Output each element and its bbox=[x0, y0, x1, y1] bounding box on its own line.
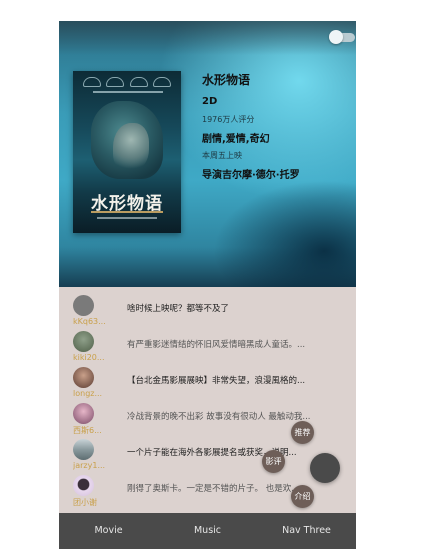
avatar[interactable] bbox=[73, 475, 94, 496]
comment-text: 【台北金馬影展展映】非常失望，浪漫風格的... bbox=[127, 376, 306, 386]
poster-tagline bbox=[93, 91, 163, 93]
movie-dimension: 2D bbox=[202, 96, 218, 107]
avatar[interactable] bbox=[73, 295, 94, 316]
comment-text: 一个片子能在海外各影展提名或获奖，说明... bbox=[127, 448, 297, 458]
comment-text: 冷战背景的晚不出彩 故事没有很动人 最触动我... bbox=[127, 412, 311, 422]
app-screen: 水形物语 水形物语 2D 1976万人评分 剧情,爱情,奇幻 本周五上映 导演吉… bbox=[59, 21, 356, 549]
comment-username[interactable]: kKq63... bbox=[73, 317, 119, 326]
poster-subtitle bbox=[91, 211, 163, 213]
poster-credits bbox=[97, 217, 157, 219]
comment-row[interactable]: longz... 【台北金馬影展展映】非常失望，浪漫風格的... bbox=[59, 363, 356, 399]
fab-recommend-button[interactable]: 推荐 bbox=[291, 421, 314, 444]
comment-username[interactable]: kiki20... bbox=[73, 353, 119, 362]
comment-text: 啥时候上映呢？都等不及了 bbox=[127, 304, 230, 314]
avatar[interactable] bbox=[73, 439, 94, 460]
fab-critic-button[interactable]: 影评 bbox=[262, 450, 285, 473]
comment-row[interactable]: kKq63... 啥时候上映呢？都等不及了 bbox=[59, 291, 356, 327]
nav-item-music[interactable]: Music bbox=[158, 513, 257, 549]
fab-menu-icon[interactable] bbox=[310, 453, 340, 483]
poster-laurels bbox=[83, 77, 171, 87]
movie-poster[interactable]: 水形物语 bbox=[73, 71, 181, 233]
movie-director: 导演吉尔摩·德尔·托罗 bbox=[202, 170, 300, 181]
movie-hero: 水形物语 水形物语 2D 1976万人评分 剧情,爱情,奇幻 本周五上映 导演吉… bbox=[59, 21, 356, 287]
comment-username[interactable]: 团小谢 bbox=[73, 497, 119, 508]
top-bar bbox=[59, 21, 356, 55]
movie-rating-count: 1976万人评分 bbox=[202, 115, 255, 124]
comment-list: kKq63... 啥时候上映呢？都等不及了 kiki20... 有严重影迷情结的… bbox=[59, 287, 356, 513]
movie-title: 水形物语 bbox=[202, 73, 251, 87]
movie-genres: 剧情,爱情,奇幻 bbox=[202, 134, 270, 145]
comment-username[interactable]: longz... bbox=[73, 389, 119, 398]
fab-intro-button[interactable]: 介绍 bbox=[291, 485, 314, 508]
bottom-navigation: Movie Music Nav Three bbox=[59, 513, 356, 549]
toggle-switch-icon[interactable] bbox=[329, 30, 355, 44]
avatar[interactable] bbox=[73, 331, 94, 352]
toggle-knob bbox=[329, 30, 343, 44]
comment-text: 有严重影迷情结的怀旧风爱情暗黑成人童话。... bbox=[127, 340, 306, 350]
comment-username[interactable]: jarzy1... bbox=[73, 461, 119, 470]
movie-release: 本周五上映 bbox=[202, 151, 242, 160]
poster-figure-detail bbox=[113, 123, 149, 171]
nav-item-movie[interactable]: Movie bbox=[59, 513, 158, 549]
nav-item-three[interactable]: Nav Three bbox=[257, 513, 356, 549]
avatar[interactable] bbox=[73, 367, 94, 388]
avatar[interactable] bbox=[73, 403, 94, 424]
comment-row[interactable]: kiki20... 有严重影迷情结的怀旧风爱情暗黑成人童话。... bbox=[59, 327, 356, 363]
